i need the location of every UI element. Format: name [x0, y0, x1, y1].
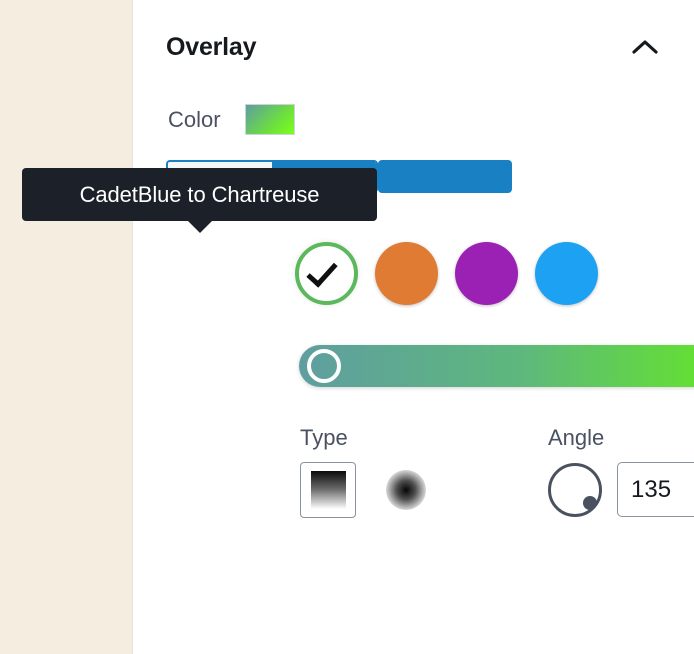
color-gradient-swatch[interactable] — [244, 104, 295, 135]
type-option-radial[interactable] — [378, 462, 434, 518]
preset-swatch-blue[interactable] — [535, 242, 598, 305]
angle-input[interactable] — [617, 462, 694, 517]
gradient-stop-handle-left[interactable] — [307, 349, 341, 383]
angle-controls — [548, 462, 694, 517]
panel-header: Overlay — [166, 26, 662, 68]
linear-gradient-icon — [310, 471, 346, 509]
angle-field: Angle — [548, 425, 694, 517]
angle-dial-icon[interactable] — [548, 462, 602, 517]
color-label: Color — [168, 106, 221, 132]
type-field: Type — [300, 425, 434, 518]
tooltip-arrow — [186, 220, 213, 233]
chevron-up-icon[interactable] — [628, 30, 662, 64]
preset-swatch-purple[interactable] — [455, 242, 518, 305]
preset-swatch-row — [295, 242, 598, 305]
tooltip: CadetBlue to Chartreuse — [22, 168, 377, 233]
page-title: Overlay — [166, 32, 257, 61]
angle-dial-handle[interactable] — [583, 495, 597, 510]
canvas-area — [0, 0, 133, 654]
preset-swatch-cadetblue-chartreuse[interactable] — [295, 242, 358, 305]
type-options — [300, 462, 434, 518]
tooltip-text: CadetBlue to Chartreuse — [79, 181, 320, 207]
angle-label: Angle — [548, 425, 605, 450]
gradient-stops-slider[interactable] — [299, 345, 694, 387]
type-label: Type — [300, 425, 348, 450]
overlay-panel-screen: Overlay Color Type Angle 135 CadetBlue t… — [0, 0, 694, 654]
overlay-settings-panel: Overlay Color Type Angle 135 — [134, 0, 694, 654]
type-option-linear[interactable] — [300, 462, 356, 518]
radial-gradient-icon — [386, 470, 426, 510]
segment-gradient-extended[interactable] — [378, 160, 512, 193]
preset-swatch-orange[interactable] — [375, 242, 438, 305]
color-row: Color — [168, 104, 295, 135]
